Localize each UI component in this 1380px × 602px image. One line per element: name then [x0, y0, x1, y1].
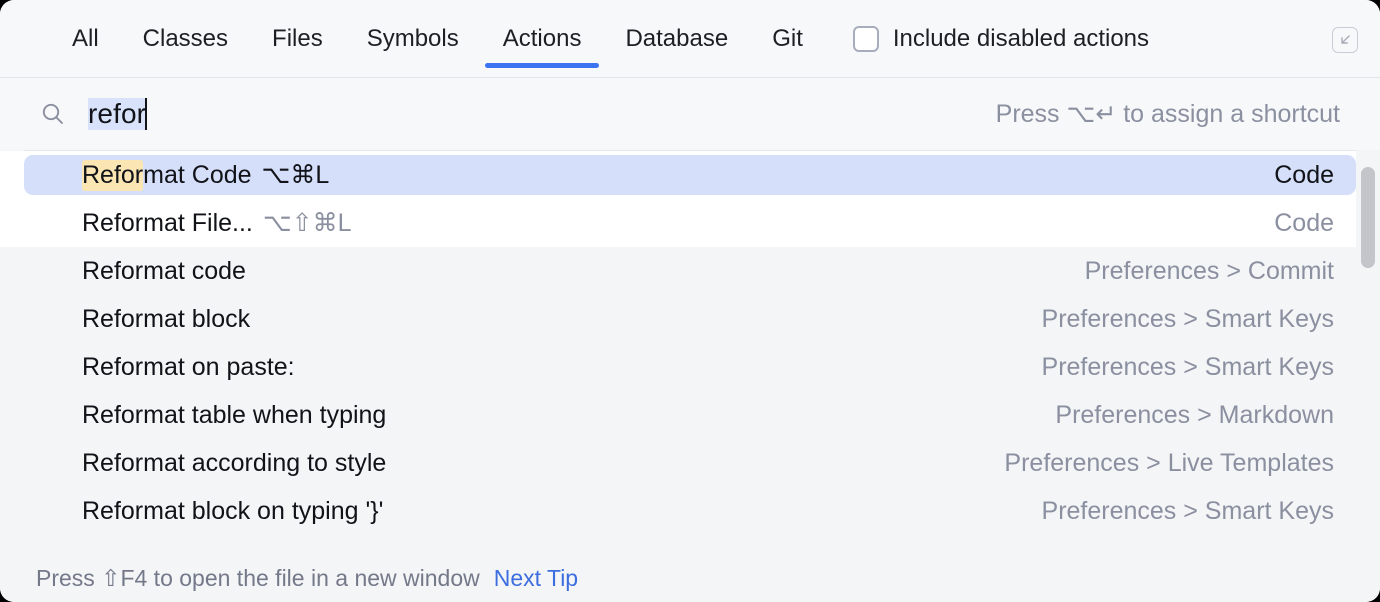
tab-label: Git [772, 25, 803, 53]
result-row-inner: Reformat Code ⌥⌘L Code [24, 155, 1356, 195]
results-scrollbar[interactable] [1356, 151, 1380, 553]
include-disabled-actions-toggle[interactable]: Include disabled actions [853, 0, 1149, 78]
result-title: Reformat Code [82, 160, 252, 191]
result-title: Reformat File... [82, 209, 253, 238]
result-title: Reformat on paste: [82, 353, 295, 382]
result-location: Preferences > Smart Keys [1042, 305, 1334, 334]
result-row-inner: Reformat block on typing '}' Preferences … [24, 491, 1356, 531]
tab-all[interactable]: All [50, 0, 121, 78]
assign-shortcut-hint: Press ⌥↵ to assign a shortcut [996, 99, 1340, 129]
result-row[interactable]: Reformat table when typing Preferences > … [0, 391, 1356, 439]
result-shortcut: ⌥⇧⌘L [263, 208, 352, 238]
results-rows: Reformat Code ⌥⌘L Code Reformat File... ⌥⇧⌘L… [0, 151, 1380, 535]
result-row[interactable]: Reformat on paste: Preferences > Smart Ke… [0, 343, 1356, 391]
tab-label: All [72, 25, 99, 53]
result-title-text: Reformat block on typing '}' [82, 497, 383, 526]
search-icon [40, 101, 66, 127]
tab-label: Database [625, 25, 728, 53]
result-row-inner: Reformat according to style Preferences >… [24, 443, 1356, 483]
tab-files[interactable]: Files [250, 0, 345, 78]
result-row[interactable]: Reformat block Preferences > Smart Keys [0, 295, 1356, 343]
tab-label: Actions [503, 25, 582, 53]
next-tip-link[interactable]: Next Tip [494, 565, 578, 592]
result-location: Code [1274, 161, 1334, 190]
result-location: Preferences > Commit [1085, 257, 1334, 286]
tab-classes[interactable]: Classes [121, 0, 250, 78]
result-row-inner: Reformat table when typing Preferences > … [24, 395, 1356, 435]
result-title: Reformat table when typing [82, 401, 386, 430]
result-title-text: Reformat table when typing [82, 401, 386, 430]
result-location: Preferences > Live Templates [1004, 449, 1334, 478]
text-caret [145, 98, 147, 130]
result-title-text: Reformat block [82, 305, 250, 334]
tab-actions[interactable]: Actions [481, 0, 604, 78]
arrow-down-left-icon[interactable] [1332, 27, 1358, 53]
result-title: Reformat code [82, 257, 246, 286]
tab-symbols[interactable]: Symbols [345, 0, 481, 78]
result-location: Preferences > Smart Keys [1042, 497, 1334, 526]
result-row[interactable]: Reformat code Preferences > Commit [0, 247, 1356, 295]
scrollbar-thumb[interactable] [1361, 167, 1375, 268]
result-title: Reformat block on typing '}' [82, 497, 383, 526]
result-title-text: Reformat File... [82, 209, 253, 238]
result-shortcut: ⌥⌘L [262, 160, 330, 190]
tab-database[interactable]: Database [603, 0, 750, 78]
result-row[interactable]: Reformat Code ⌥⌘L Code [0, 151, 1356, 199]
checkbox-unchecked-icon[interactable] [853, 26, 879, 52]
result-row[interactable]: Reformat File... ⌥⇧⌘L Code [0, 199, 1356, 247]
result-row-inner: Reformat File... ⌥⇧⌘L Code [24, 203, 1356, 243]
result-title-text: Reformat according to style [82, 449, 386, 478]
tab-label: Classes [143, 25, 228, 53]
tab-bar: All Classes Files Symbols Actions Database Git… [0, 0, 1380, 78]
result-row-inner: Reformat code Preferences > Commit [24, 251, 1356, 291]
result-title: Reformat according to style [82, 449, 386, 478]
tab-label: Files [272, 25, 323, 53]
result-location: Code [1274, 209, 1334, 238]
results-list: Reformat Code ⌥⌘L Code Reformat File... ⌥⇧⌘L… [0, 151, 1380, 553]
tab-list: All Classes Files Symbols Actions Database Git [50, 0, 825, 78]
search-everywhere-window: All Classes Files Symbols Actions Database Git… [0, 0, 1380, 602]
result-location: Preferences > Markdown [1055, 401, 1334, 430]
search-input[interactable]: refor [88, 98, 146, 130]
tab-git[interactable]: Git [750, 0, 825, 78]
result-row[interactable]: Reformat block on typing '}' Preferences … [0, 487, 1356, 535]
result-title-text: Reformat code [82, 257, 246, 286]
tab-label: Symbols [367, 25, 459, 53]
result-row-inner: Reformat on paste: Preferences > Smart Ke… [24, 347, 1356, 387]
footer-tip-bar: Press ⇧F4 to open the file in a new wind… [0, 553, 1380, 602]
result-match-highlight: Refor [82, 160, 143, 191]
result-row-inner: Reformat block Preferences > Smart Keys [24, 299, 1356, 339]
result-title: Reformat block [82, 305, 250, 334]
include-disabled-actions-label: Include disabled actions [893, 25, 1149, 53]
search-bar[interactable]: refor Press ⌥↵ to assign a shortcut [0, 78, 1380, 150]
result-title-text: Reformat on paste: [82, 353, 295, 382]
footer-tip-text: Press ⇧F4 to open the file in a new wind… [36, 565, 480, 592]
result-row[interactable]: Reformat according to style Preferences >… [0, 439, 1356, 487]
result-location: Preferences > Smart Keys [1042, 353, 1334, 382]
result-title-text: mat Code [143, 161, 251, 190]
